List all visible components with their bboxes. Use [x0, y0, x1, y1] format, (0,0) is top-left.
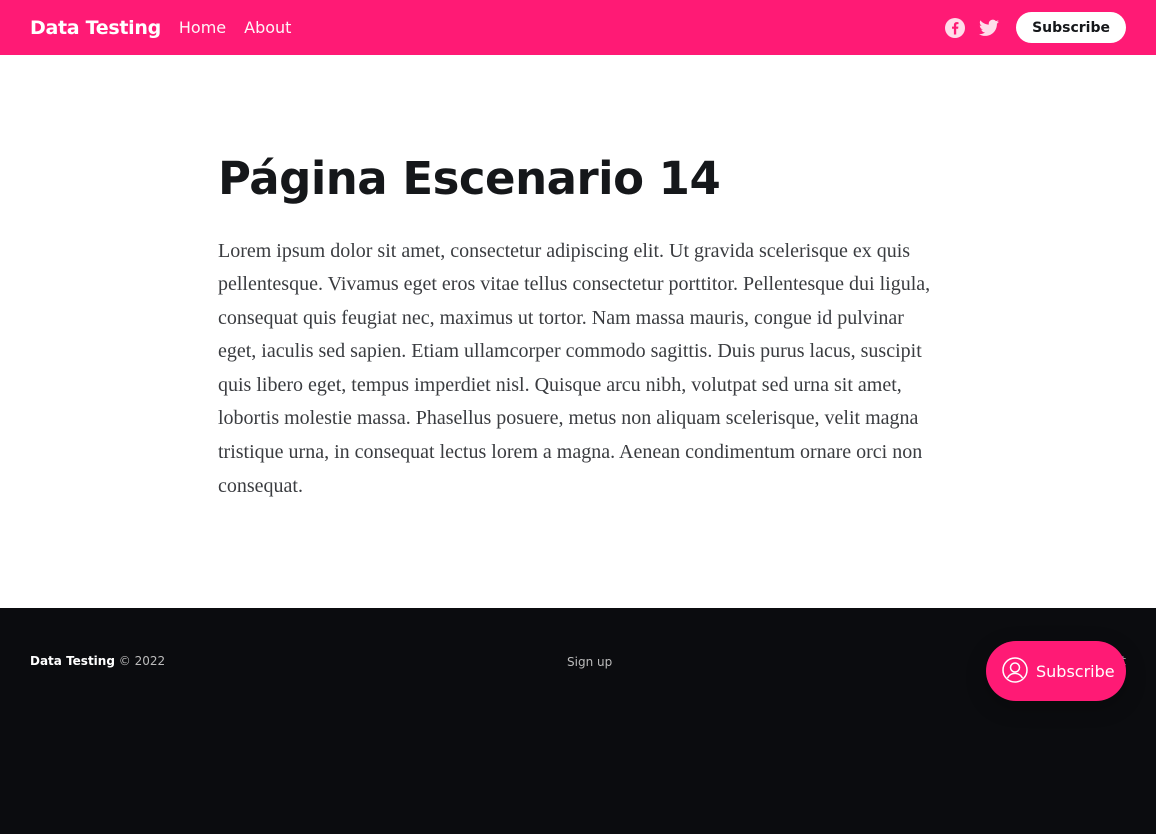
nav-about-link[interactable]: About — [244, 18, 291, 37]
site-footer: Data Testing © 2022 Sign up t — [0, 608, 1156, 834]
facebook-icon[interactable] — [944, 17, 966, 39]
footer-brand-link[interactable]: Data Testing — [30, 654, 115, 668]
copyright-text: © 2022 — [114, 654, 166, 668]
site-brand-link[interactable]: Data Testing — [30, 17, 161, 39]
twitter-icon[interactable] — [978, 17, 1000, 39]
portal-subscribe-label: Subscribe — [1036, 661, 1115, 681]
footer-copyright: Data Testing © 2022 — [30, 654, 165, 668]
header-subscribe-button[interactable]: Subscribe — [1016, 12, 1126, 43]
nav-home-link[interactable]: Home — [179, 18, 226, 37]
user-circle-icon — [1002, 656, 1028, 686]
main-nav: Home About — [179, 18, 292, 37]
body-paragraph: Lorem ipsum dolor sit amet, consectetur … — [218, 239, 931, 497]
portal-subscribe-button[interactable]: Subscribe — [986, 641, 1126, 701]
header-actions: Subscribe — [944, 12, 1126, 43]
post-content: Página Escenario 14 Lorem ipsum dolor si… — [218, 150, 938, 503]
site-header: Data Testing Home About Subscribe — [0, 0, 1156, 55]
footer-signup-link[interactable]: Sign up — [567, 655, 612, 669]
page-title: Página Escenario 14 — [218, 152, 721, 205]
